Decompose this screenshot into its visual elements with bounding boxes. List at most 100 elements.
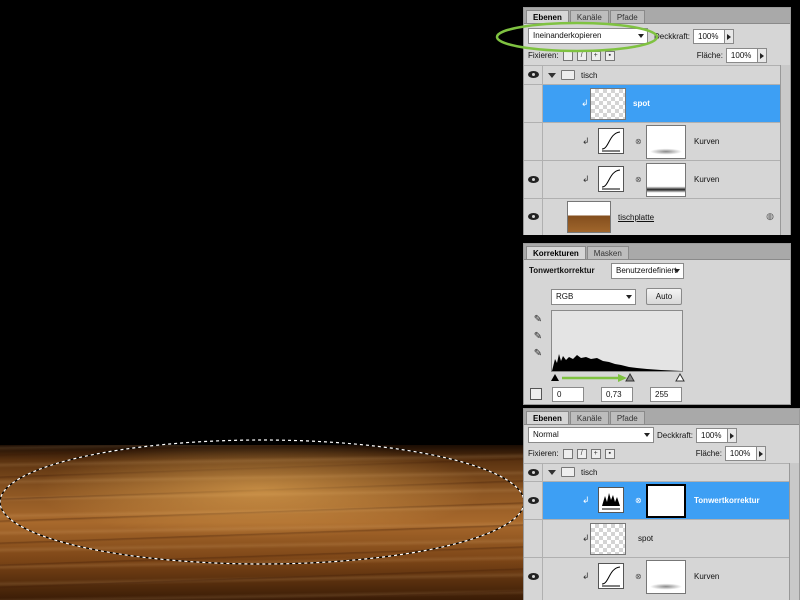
folder-icon [561,70,575,80]
curves-adjustment-icon [598,166,624,192]
lock-brush-icon[interactable]: / [576,448,587,459]
black-input-slider [551,374,559,381]
clipping-arrow-icon: ↲ [582,136,590,146]
levels-adjustment-icon [598,487,624,513]
green-arrow-annotation [562,374,627,382]
visibility-eye-icon[interactable] [528,497,539,504]
visibility-eye-icon[interactable] [528,176,539,183]
histogram [551,310,683,372]
chevron-down-icon [626,295,632,299]
adjustments-tabs: Korrekturen Masken [524,244,790,260]
layer-row-curves-1[interactable]: ↲ ⊗ Kurven [524,122,790,160]
mask-thumbnail [646,484,686,518]
layer-row-spot-selected[interactable]: ↲ spot [524,84,790,122]
layer-name: tischplatte [618,213,655,222]
curves-adjustment-icon [598,563,624,589]
white-point-eyedropper-icon[interactable]: ✎ [532,348,544,360]
mask-thumbnail [646,560,686,594]
layer-name: tisch [581,468,598,477]
auto-button[interactable]: Auto [646,288,682,305]
link-chain-icon[interactable]: ⊗ [635,137,642,146]
blend-mode-select[interactable]: Normal [528,427,654,443]
layer-thumbnail [590,523,626,555]
link-chain-icon[interactable]: ⊗ [635,496,642,505]
clipping-arrow-icon: ↲ [582,174,590,184]
opacity-slider-button[interactable] [725,28,735,44]
blend-mode-value: Normal [533,430,559,439]
tab-korrekturen[interactable]: Korrekturen [526,246,586,259]
layer-row-spot[interactable]: ↲ spot [524,519,799,557]
link-chain-icon[interactable]: ⊗ [635,572,642,581]
layer-thumbnail [567,201,611,233]
lock-label: Fixieren: [528,449,559,458]
group-expand-triangle-icon[interactable] [548,470,556,475]
layer-name: Kurven [694,137,720,146]
layer-row-tischplatte[interactable]: tischplatte ◍ [524,198,790,235]
black-point-eyedropper-icon[interactable]: ✎ [532,314,544,326]
layer-row-group[interactable]: tisch [524,463,799,481]
lock-all-icon[interactable]: ▪ [604,448,615,459]
layers-scrollbar[interactable] [780,65,790,235]
clipping-arrow-icon: ↲ [582,533,590,543]
layer-name: tisch [581,71,598,80]
channel-select[interactable]: RGB [551,289,636,305]
clipping-arrow-icon: ↲ [582,495,590,505]
fill-label: Fläche: [695,449,722,458]
gray-point-eyedropper-icon[interactable]: ✎ [532,331,544,343]
adjustment-title: Tonwertkorrektur [529,266,595,275]
channel-value: RGB [556,292,574,301]
clip-to-layer-icon[interactable] [530,388,542,400]
opacity-input[interactable]: 100% [693,28,726,44]
layer-name: Tonwertkorrektur [694,496,760,505]
layer-row-tonwertkorrektur-selected[interactable]: ↲ ⊗ Tonwertkorrektur [524,481,799,519]
visibility-eye-icon[interactable] [528,469,539,476]
tab-ebenen[interactable]: Ebenen [526,411,569,424]
layer-row-group[interactable]: tisch [524,65,790,84]
fill-slider-button[interactable] [756,446,766,461]
lock-transparency-icon[interactable] [562,448,573,459]
highlight-ring [495,21,659,53]
group-expand-triangle-icon[interactable] [548,73,556,78]
mask-thumbnail [646,163,686,197]
chevron-down-icon [644,433,650,437]
white-input-slider [675,373,685,382]
curves-adjustment-icon [598,128,624,154]
tab-masken[interactable]: Masken [586,246,629,259]
layer-row-curves[interactable]: ↲ ⊗ Kurven [524,557,799,600]
layers-panel-top: Ebenen Kanäle Pfade Ineinanderkopieren D… [495,7,791,235]
opacity-slider-button[interactable] [728,427,738,443]
adjustments-panel: Korrekturen Masken Tonwertkorrektur Benu… [523,243,791,405]
fill-label: Fläche: [696,51,723,60]
layer-name: spot [633,99,650,108]
fill-slider-button[interactable] [757,48,767,63]
preset-select[interactable]: Benutzerdefiniert [611,263,684,279]
preset-value: Benutzerdefiniert [616,266,677,275]
clipping-arrow-icon: ↲ [582,571,590,581]
folder-icon [561,467,575,477]
visibility-eye-icon[interactable] [528,71,539,78]
tab-kanaele[interactable]: Kanäle [569,411,609,424]
mask-thumbnail [646,125,686,159]
tab-pfade[interactable]: Pfade [609,411,645,424]
visibility-eye-icon[interactable] [528,573,539,580]
link-chain-icon[interactable]: ⊗ [635,175,642,184]
layer-row-curves-2[interactable]: ↲ ⊗ Kurven [524,160,790,198]
input-gamma-field[interactable]: 0,73 [601,387,633,402]
visibility-eye-icon[interactable] [528,213,539,220]
layer-thumbnail [590,88,626,120]
layers-scrollbar[interactable] [789,463,799,600]
layers-panel-bottom-tabs: Ebenen Kanäle Pfade [524,409,799,425]
blend-mode-highlight-ellipse [495,21,659,53]
input-white-field[interactable]: 255 [650,387,682,402]
lock-position-icon[interactable]: + [590,448,601,459]
layer-style-icon[interactable]: ◍ [766,211,774,222]
fill-input[interactable]: 100% [724,446,757,461]
fill-input[interactable]: 100% [725,48,758,63]
opacity-label: Deckkraft: [657,430,694,440]
layer-name: spot [638,534,654,543]
clipping-arrow-icon: ↲ [581,98,589,108]
green-arrow-head [618,374,627,382]
input-black-field[interactable]: 0 [552,387,584,402]
opacity-input[interactable]: 100% [696,427,729,443]
layer-name: Kurven [694,175,720,184]
